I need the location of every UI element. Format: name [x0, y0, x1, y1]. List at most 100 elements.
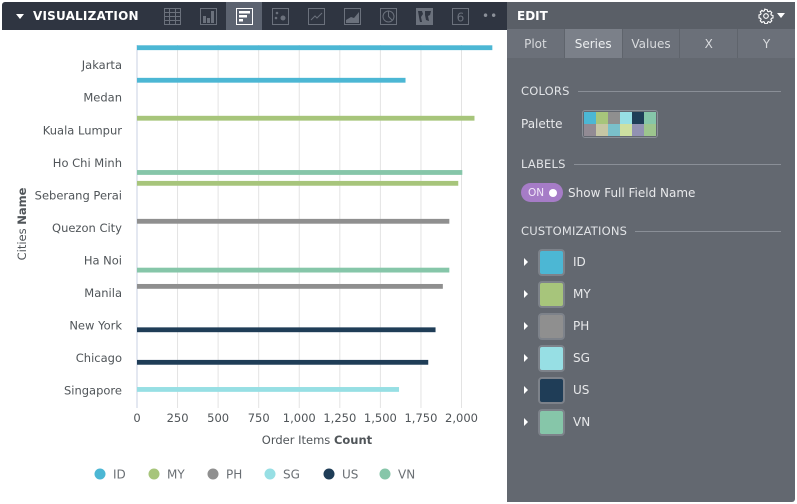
legend-label: US: [342, 468, 358, 482]
y-tick-label: Kuala Lumpur: [43, 123, 122, 137]
x-axis-labels: 0 250 500 750 1,000 1,250 1,500 1,750 2,000: [133, 411, 478, 425]
customization-item-vn[interactable]: VN: [507, 406, 795, 438]
bar-chart-icon[interactable]: [226, 2, 262, 30]
bar-my: [137, 115, 475, 121]
x-tick-label: 1,750: [404, 411, 437, 425]
map-icon[interactable]: [406, 2, 442, 30]
x-tick-label: 750: [248, 411, 270, 425]
single-value-icon[interactable]: 6: [442, 2, 478, 30]
x-axis-title-prefix: Order Items: [262, 433, 334, 447]
expand-triangle-icon[interactable]: [524, 290, 528, 298]
customization-item-ph[interactable]: PH: [507, 310, 795, 342]
edit-panel: EDIT Plot Series Values X Y COLORS Palet…: [507, 2, 795, 502]
palette-color-9: [619, 124, 632, 136]
bar-my: [137, 180, 459, 186]
y-tick-label: Seberang Perai: [35, 188, 122, 202]
color-swatch[interactable]: [538, 280, 565, 308]
toggle-label: Show Full Field Name: [568, 185, 696, 200]
y-tick-label: Medan: [83, 91, 122, 105]
legend-marker: [94, 468, 106, 480]
legend: ID MY PH SG US VN: [94, 468, 416, 482]
toggle-knob: [549, 188, 557, 197]
edit-header: EDIT: [507, 2, 795, 29]
palette-color-3: [619, 112, 632, 124]
tab-x[interactable]: X: [680, 29, 739, 58]
legend-item-id[interactable]: ID: [94, 468, 126, 482]
scatter-chart-icon[interactable]: [262, 2, 298, 30]
color-swatch[interactable]: [538, 408, 565, 436]
y-axis-title-bold: Name: [15, 187, 29, 224]
tab-plot[interactable]: Plot: [507, 29, 565, 58]
legend-item-sg[interactable]: SG: [264, 468, 300, 482]
legend-item-ph[interactable]: PH: [207, 468, 243, 482]
table-icon[interactable]: [154, 2, 190, 30]
palette-color-1: [595, 112, 608, 124]
tab-series[interactable]: Series: [564, 29, 623, 58]
color-swatch[interactable]: [538, 376, 565, 404]
color-swatch[interactable]: [538, 344, 565, 372]
palette-picker[interactable]: [581, 110, 658, 138]
edit-title: EDIT: [517, 8, 548, 23]
customization-item-my[interactable]: MY: [507, 278, 795, 310]
bar-chart: Jakarta Medan Kuala Lumpur Ho Chi Minh Seber…: [15, 45, 493, 482]
caret-down-icon: [777, 13, 785, 18]
palette-row: Palette: [521, 110, 658, 138]
legend-item-vn[interactable]: VN: [379, 468, 416, 482]
customization-item-id[interactable]: ID: [507, 246, 795, 278]
palette-color-0: [583, 112, 596, 124]
x-axis-title: Order Items Count: [262, 433, 373, 447]
palette-color-5: [643, 112, 656, 124]
series-name: VN: [573, 415, 591, 429]
y-tick-label: New York: [69, 319, 122, 333]
customization-item-us[interactable]: US: [507, 374, 795, 406]
line-chart-icon[interactable]: [298, 2, 334, 30]
y-axis-title-prefix: Cities: [15, 225, 29, 261]
gear-icon: [758, 7, 774, 24]
palette-color-7: [595, 124, 608, 136]
pie-chart-icon[interactable]: [370, 2, 406, 30]
series-name: MY: [573, 287, 591, 301]
expand-triangle-icon[interactable]: [524, 386, 528, 394]
legend-label: SG: [283, 468, 300, 482]
labels-section-heading: LABELS: [521, 157, 781, 171]
x-tick-label: 2,000: [445, 411, 478, 425]
area-chart-icon[interactable]: [334, 2, 370, 30]
bar-vn: [137, 170, 463, 175]
bar-ph: [137, 218, 450, 224]
x-tick-label: 1,500: [364, 411, 397, 425]
legend-item-us[interactable]: US: [323, 468, 359, 482]
y-tick-label: Quezon City: [52, 221, 122, 235]
settings-menu-button[interactable]: [758, 7, 785, 24]
legend-marker: [264, 468, 276, 480]
show-full-field-name-toggle[interactable]: ON: [521, 183, 563, 202]
x-tick-label: 500: [207, 411, 229, 425]
y-tick-label: Ho Chi Minh: [53, 156, 122, 170]
x-axis-title-bold: Count: [334, 433, 373, 447]
visualization-toggle[interactable]: VISUALIZATION: [2, 9, 154, 23]
legend-label: MY: [167, 468, 185, 482]
bar-id: [137, 77, 406, 83]
customization-item-sg[interactable]: SG: [507, 342, 795, 374]
divider: [573, 163, 781, 165]
expand-triangle-icon[interactable]: [524, 418, 528, 426]
tab-y[interactable]: Y: [738, 29, 795, 58]
palette-label: Palette: [521, 117, 563, 131]
caret-down-icon: [16, 13, 24, 19]
expand-triangle-icon[interactable]: [524, 354, 528, 362]
grid-lines: [136, 45, 462, 408]
column-chart-icon[interactable]: [190, 2, 226, 30]
colors-section-heading: COLORS: [521, 84, 781, 98]
legend-item-my[interactable]: MY: [148, 468, 186, 482]
legend-label: VN: [398, 468, 415, 482]
legend-marker: [148, 468, 160, 480]
visualization-title: VISUALIZATION: [33, 9, 139, 23]
more-options-icon[interactable]: ••: [482, 9, 498, 23]
palette-color-4: [631, 112, 644, 124]
bars: [137, 45, 493, 392]
color-swatch[interactable]: [538, 248, 565, 276]
tab-values[interactable]: Values: [623, 29, 681, 58]
y-tick-label: Singapore: [64, 384, 122, 398]
color-swatch[interactable]: [538, 312, 565, 340]
expand-triangle-icon[interactable]: [524, 258, 528, 266]
expand-triangle-icon[interactable]: [524, 322, 528, 330]
